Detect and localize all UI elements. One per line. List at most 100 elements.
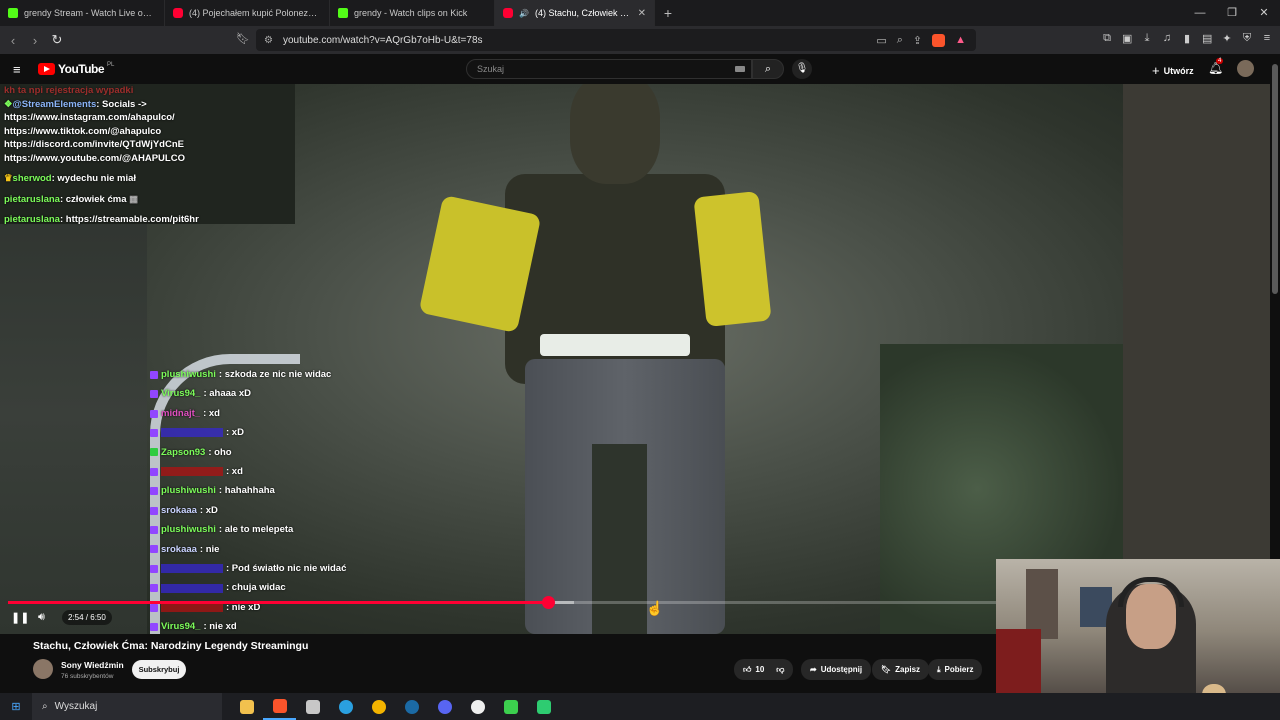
channel-name[interactable]: Sony Wiedźmin bbox=[61, 660, 124, 670]
create-label: Utwórz bbox=[1163, 65, 1194, 76]
download-icon[interactable]: ⤓ bbox=[1142, 32, 1152, 45]
channel-avatar[interactable] bbox=[33, 659, 53, 679]
chat-line: https://discord.com/invite/QTdWjYdCnE bbox=[4, 139, 184, 150]
tab-title: grendy Stream - Watch Live on Kick bbox=[24, 8, 156, 18]
volume-icon[interactable]: 🔊︎ bbox=[38, 611, 45, 624]
new-tab-button[interactable]: + bbox=[655, 5, 681, 21]
search-icon: ⌕ bbox=[764, 63, 772, 75]
chat-line: kh ta npi rejestracja wypadki bbox=[4, 85, 134, 96]
zoom-icon[interactable]: ⌕ bbox=[897, 34, 903, 47]
share-button[interactable]: ➦ Udostępnij bbox=[801, 659, 872, 680]
share-icon[interactable]: ⇪ bbox=[913, 34, 922, 47]
system-app-icon[interactable] bbox=[296, 693, 329, 720]
chat-line: ♛sherwod: wydechu nie miał bbox=[4, 172, 304, 186]
search-placeholder: Szukaj bbox=[477, 64, 505, 74]
edge-icon[interactable] bbox=[329, 693, 362, 720]
tab-title: (4) Stachu, Człowiek Ćma: Narodziny Lege… bbox=[534, 8, 632, 18]
tab-youtube-active[interactable]: 🔊 (4) Stachu, Człowiek Ćma: Narodziny Le… bbox=[495, 0, 655, 26]
reflective-belt bbox=[540, 334, 690, 356]
chat-line: ❖@StreamElements: Socials -> bbox=[4, 98, 304, 112]
translate-icon[interactable]: ▣ bbox=[1122, 32, 1132, 45]
chat-badge-icon bbox=[150, 603, 158, 612]
close-tab-icon[interactable]: ✕ bbox=[638, 8, 646, 19]
progress-bar[interactable] bbox=[8, 596, 996, 609]
youtube-logo[interactable]: YouTube PL bbox=[38, 62, 114, 76]
minimize-button[interactable]: — bbox=[1184, 0, 1216, 26]
media-icon[interactable]: ♫ bbox=[1162, 32, 1172, 45]
steam-icon[interactable] bbox=[395, 693, 428, 720]
subscribe-button[interactable]: Subskrybuj bbox=[132, 660, 186, 679]
extensions-icon[interactable]: ⧉ bbox=[1102, 32, 1112, 45]
chat-text: : człowiek ćma bbox=[59, 193, 127, 205]
chat-text: : xD bbox=[226, 427, 244, 439]
discord-icon[interactable] bbox=[428, 693, 461, 720]
media-app-icon[interactable] bbox=[527, 693, 560, 720]
bookmark-icon[interactable]: 🔖︎ bbox=[236, 32, 250, 45]
brave-browser-icon[interactable] bbox=[263, 693, 296, 720]
brave-shields-icon[interactable] bbox=[932, 33, 946, 47]
chat-line: pietaruslana: https://streamable.com/pit… bbox=[4, 213, 304, 227]
site-info-icon[interactable]: ⚙ bbox=[264, 35, 273, 46]
region-code: PL bbox=[107, 62, 115, 68]
cast-icon[interactable]: ▭ bbox=[876, 34, 886, 47]
chat-text: : oho bbox=[208, 446, 232, 458]
logo-text: YouTube bbox=[58, 62, 105, 76]
reload-icon[interactable]: ↻ bbox=[46, 32, 68, 48]
pause-icon[interactable]: ❚❚ bbox=[11, 611, 29, 624]
chrome-icon[interactable] bbox=[362, 693, 395, 720]
like-icon[interactable]: 👍︎ bbox=[743, 665, 751, 675]
obs-icon[interactable] bbox=[461, 693, 494, 720]
browser-tab-strip: grendy Stream - Watch Live on Kick (4) P… bbox=[0, 0, 1280, 26]
close-window-button[interactable]: ✕ bbox=[1248, 0, 1280, 26]
chat-user: midnajt_ bbox=[161, 407, 201, 419]
vpn-icon[interactable]: ⛨ bbox=[1242, 32, 1252, 45]
search-input[interactable]: Szukaj bbox=[466, 59, 752, 79]
chat-line: https://www.tiktok.com/@ahapulco bbox=[4, 125, 162, 137]
back-icon[interactable]: ‹ bbox=[2, 33, 24, 48]
wallet-icon[interactable]: ▤ bbox=[1202, 32, 1212, 45]
notifications-button[interactable]: 🔔︎ 4 bbox=[1208, 58, 1224, 75]
plus-icon: + bbox=[1152, 63, 1160, 78]
address-bar[interactable]: ⚙ youtube.com/watch?v=AQrGb7oHb-U&t=78s … bbox=[256, 29, 976, 51]
chat-badge-icon bbox=[150, 390, 158, 399]
forward-icon[interactable]: › bbox=[24, 33, 46, 48]
share-label: Udostępnij bbox=[820, 665, 863, 674]
dislike-icon[interactable]: 👎︎ bbox=[776, 665, 784, 675]
ai-icon[interactable]: ✦ bbox=[1222, 32, 1232, 45]
chat-line: https://www.youtube.com/@AHAPULCO bbox=[4, 152, 185, 164]
youtube-icon bbox=[173, 8, 183, 18]
create-button[interactable]: + Utwórz bbox=[1152, 63, 1194, 78]
scrubber-knob[interactable] bbox=[542, 596, 556, 609]
legs-gap bbox=[592, 444, 647, 634]
taskbar-search[interactable]: ⌕ Wyszukaj bbox=[32, 693, 222, 720]
hamburger-menu-icon[interactable]: ≡ bbox=[13, 62, 21, 77]
keyboard-icon[interactable] bbox=[735, 66, 745, 72]
youtube-header: ≡ YouTube PL Szukaj ⌕ 🎙︎ + Utwórz 🔔︎ 4 bbox=[0, 54, 1270, 84]
file-explorer-icon[interactable] bbox=[230, 693, 263, 720]
save-icon: 🔖︎ bbox=[881, 665, 892, 674]
voice-search-button[interactable]: 🎙︎ bbox=[792, 59, 812, 79]
account-avatar[interactable] bbox=[1237, 60, 1254, 77]
player-app-icon[interactable] bbox=[494, 693, 527, 720]
chat-user bbox=[161, 564, 223, 574]
person-head bbox=[570, 84, 660, 184]
extensions-toolbar: ⧉ ▣ ⤓ ♫ ▮ ▤ ✦ ⛨ ≡ bbox=[1102, 32, 1272, 45]
brave-rewards-icon[interactable]: ▲ bbox=[955, 34, 966, 46]
chat-text: : Pod światło nic nie widać bbox=[226, 563, 347, 575]
scrollbar-thumb[interactable] bbox=[1272, 64, 1278, 294]
tab-kick-clips[interactable]: grendy - Watch clips on Kick bbox=[330, 0, 495, 26]
menu-icon[interactable]: ≡ bbox=[1262, 32, 1272, 45]
tab-kick-stream[interactable]: grendy Stream - Watch Live on Kick bbox=[0, 0, 165, 26]
chat-user bbox=[161, 603, 223, 613]
search-button[interactable]: ⌕ bbox=[752, 59, 784, 79]
windows-start-icon[interactable]: ⊞ bbox=[0, 700, 32, 713]
tab-youtube-polonez[interactable]: (4) Pojechałem kupić Poloneza z Tajlandi… bbox=[165, 0, 330, 26]
search-icon: ⌕ bbox=[42, 701, 48, 712]
chat-user: srokaaa bbox=[161, 543, 197, 555]
youtube-icon bbox=[503, 8, 513, 18]
save-button[interactable]: 🔖︎ Zapisz bbox=[872, 659, 930, 680]
restore-button[interactable]: ❐ bbox=[1216, 0, 1248, 26]
download-button[interactable]: ⤓ Pobierz bbox=[928, 659, 983, 680]
sidebar-icon[interactable]: ▮ bbox=[1182, 32, 1192, 45]
chat-user bbox=[161, 583, 223, 593]
